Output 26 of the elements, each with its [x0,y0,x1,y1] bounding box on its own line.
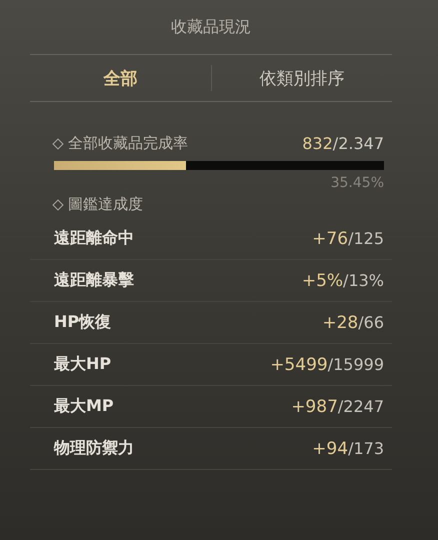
stat-name: 物理防禦力 [54,438,134,459]
stat-max: /66 [358,312,384,332]
stat-max: /13% [343,270,384,290]
stat-max: /15999 [328,354,384,374]
stat-bonus: +5% [302,270,344,290]
stat-name: 最大MP [54,396,114,417]
stat-bonus: +28 [322,312,358,332]
stat-name: HP恢復 [54,312,112,333]
stat-max: /125 [348,228,384,248]
tab[interactable]: 依類別排序 [212,66,392,90]
total-count: /2.347 [332,134,384,153]
stat-name: 遠距離暴擊 [54,270,134,291]
stat-max: /2247 [338,396,384,416]
stat-bonus: +987 [291,396,338,416]
collected-count: 832 [302,134,333,153]
percent-text: 35.45% [330,175,384,191]
section-label: 圖鑑達成度 [68,195,143,214]
stat-name: 最大HP [54,354,112,375]
stat-bonus: +5499 [270,354,328,374]
section-label: 全部收藏品完成率 [68,134,188,153]
stat-name: 遠距離命中 [54,228,134,249]
stat-bonus: +94 [312,438,348,458]
tab[interactable]: 全部 [30,66,210,90]
stat-max: /173 [348,438,384,458]
stat-bonus: +76 [312,228,348,248]
panel-title: 收藏品現況 [30,0,392,55]
